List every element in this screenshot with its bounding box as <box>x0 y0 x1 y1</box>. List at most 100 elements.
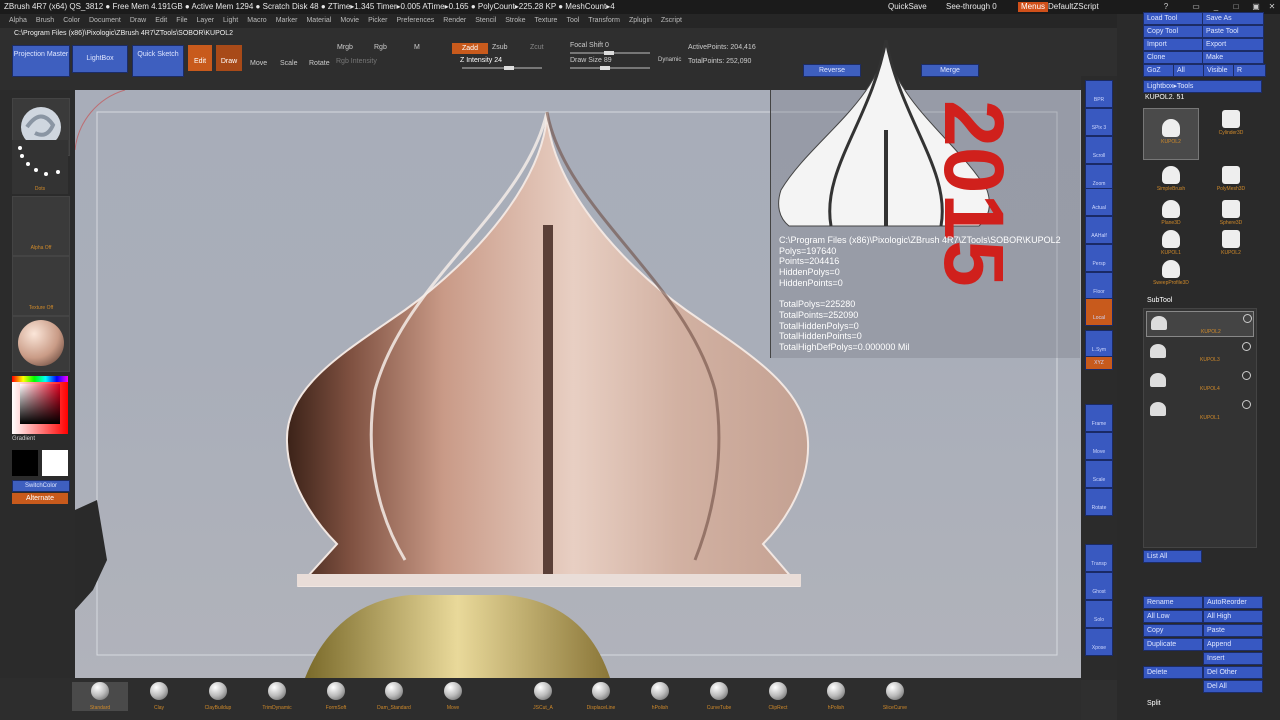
tray-all-low-button[interactable]: All Low <box>1143 610 1203 623</box>
move-button[interactable]: Move <box>250 60 267 67</box>
tool-thumbnail[interactable]: Sphere3D <box>1203 198 1259 228</box>
menu-item[interactable]: Zplugin <box>629 17 652 24</box>
menu-item[interactable]: Preferences <box>397 17 435 24</box>
alternate-button[interactable]: Alternate <box>12 493 68 504</box>
menus-button[interactable]: Menus <box>1018 2 1049 12</box>
menu-item[interactable]: Texture <box>534 17 557 24</box>
draw-size-track[interactable] <box>570 66 650 70</box>
tray-duplicate-button[interactable]: Duplicate <box>1143 638 1203 651</box>
brush-jscut-a-button[interactable]: JSCut_A <box>515 682 571 711</box>
draw-button[interactable]: Draw <box>216 45 242 71</box>
shelf-rotate-button[interactable]: Rotate <box>1085 488 1113 516</box>
subtool-item[interactable]: KUPOL4 <box>1146 369 1254 395</box>
tray-del-all-button[interactable]: Del All <box>1203 680 1263 693</box>
menu-item[interactable]: Marker <box>276 17 298 24</box>
tool-thumbnail[interactable]: Cylinder3D <box>1203 108 1259 138</box>
shelf-move-button[interactable]: Move <box>1085 432 1113 460</box>
tray-rename-button[interactable]: Rename <box>1143 596 1203 609</box>
shelf-scroll-button[interactable]: Scroll <box>1085 136 1113 164</box>
menu-item[interactable]: Edit <box>155 17 167 24</box>
brush-slicecurve-button[interactable]: SliceCurve <box>867 682 923 711</box>
menu-item[interactable]: Render <box>443 17 466 24</box>
brush-standard-button[interactable]: Standard <box>72 682 128 711</box>
z-intensity-slider[interactable]: Z Intensity 24 <box>460 57 502 64</box>
tool-thumbnail[interactable]: KUPOL2 <box>1143 108 1199 160</box>
see-through-slider[interactable]: See-through 0 <box>946 0 997 14</box>
tray-visible-button[interactable]: Visible <box>1203 64 1236 77</box>
primary-color-swatch[interactable] <box>42 450 68 476</box>
tray-all-button[interactable]: All <box>1173 64 1206 77</box>
draw-size-slider[interactable]: Draw Size 89 <box>570 57 612 64</box>
subtool-item[interactable]: KUPOL1 <box>1146 398 1254 424</box>
tool-thumbnail[interactable]: Plane3D <box>1143 198 1199 228</box>
tray-r-button[interactable]: R <box>1233 64 1266 77</box>
color-picker[interactable] <box>12 376 68 434</box>
hue-strip[interactable] <box>12 376 68 382</box>
rotate-button[interactable]: Rotate <box>309 60 330 67</box>
shelf-persp-button[interactable]: Persp <box>1085 244 1113 272</box>
split-section-title[interactable]: Split <box>1147 700 1161 707</box>
menu-item[interactable]: Stroke <box>505 17 525 24</box>
tray-autoreorder-button[interactable]: AutoReorder <box>1203 596 1263 609</box>
quick-sketch-button[interactable]: Quick Sketch <box>132 45 184 77</box>
brush-move-button[interactable]: Move <box>425 682 481 711</box>
tool-thumbnail[interactable]: PolyMesh3D <box>1203 164 1259 194</box>
tray-append-button[interactable]: Append <box>1203 638 1263 651</box>
scale-button[interactable]: Scale <box>280 60 298 67</box>
rgb-intensity-slider[interactable]: Rgb Intensity <box>336 58 377 65</box>
tray-make-polymesh3d-button[interactable]: Make PolyMesh3D <box>1202 51 1264 72</box>
stroke-slot[interactable]: Dots <box>12 140 68 194</box>
quicksave-button[interactable]: QuickSave <box>888 0 927 14</box>
switch-color-button[interactable]: SwitchColor <box>12 480 70 492</box>
menu-item[interactable]: Zscript <box>661 17 682 24</box>
tray-import-button[interactable]: Import <box>1143 38 1205 51</box>
tool-thumbnail[interactable]: KUPOL1 <box>1143 228 1199 258</box>
brush-curvetube-button[interactable]: CurveTube <box>691 682 747 711</box>
shelf-spix-3-button[interactable]: SPix 3 <box>1085 108 1113 136</box>
secondary-color-swatch[interactable] <box>12 450 38 476</box>
tray-copy-button[interactable]: Copy <box>1143 624 1203 637</box>
tray-load-tool-button[interactable]: Load Tool <box>1143 12 1205 25</box>
menu-item[interactable]: Macro <box>247 17 266 24</box>
menu-item[interactable]: Picker <box>368 17 387 24</box>
layout-icon[interactable]: ▭ <box>1190 1 1202 12</box>
focal-shift-slider[interactable]: Focal Shift 0 <box>570 42 609 49</box>
tool-thumbnail[interactable]: SimpleBrush <box>1143 164 1199 194</box>
shelf-transp-button[interactable]: Transp <box>1085 544 1113 572</box>
shelf-actual-button[interactable]: Actual <box>1085 188 1113 216</box>
zcut-button[interactable]: Zcut <box>530 44 544 51</box>
brush-clay-button[interactable]: Clay <box>131 682 187 711</box>
brush-displaceline-button[interactable]: DisplaceLine <box>573 682 629 711</box>
brush-hpolish-button[interactable]: hPolish <box>632 682 688 711</box>
shelf-xpose-button[interactable]: Xpose <box>1085 628 1113 656</box>
menu-item[interactable]: Brush <box>36 17 54 24</box>
edit-button[interactable]: Edit <box>188 45 212 71</box>
menu-item[interactable]: Tool <box>566 17 579 24</box>
shelf-frame-button[interactable]: Frame <box>1085 404 1113 432</box>
tray-paste-tool-button[interactable]: Paste Tool <box>1202 25 1264 38</box>
rgb-button[interactable]: Rgb <box>374 44 387 51</box>
tray-export-button[interactable]: Export <box>1202 38 1264 51</box>
eye-icon[interactable] <box>1242 400 1251 409</box>
menu-item[interactable]: Color <box>63 17 80 24</box>
material-slot[interactable] <box>12 316 70 372</box>
tray-clone-button[interactable]: Clone <box>1143 51 1205 64</box>
tray-all-high-button[interactable]: All High <box>1203 610 1263 623</box>
lightbox-button[interactable]: LightBox <box>72 45 128 73</box>
lightbox-tools-button[interactable]: Lightbox▸Tools <box>1143 80 1262 93</box>
list-all-button[interactable]: List All <box>1143 550 1202 563</box>
subtool-item[interactable]: KUPOL2 <box>1146 311 1254 337</box>
menu-item[interactable]: Alpha <box>9 17 27 24</box>
texture-slot[interactable]: Texture Off <box>12 256 70 316</box>
tray-del-other-button[interactable]: Del Other <box>1203 666 1263 679</box>
restore-icon[interactable]: ▣ <box>1250 1 1262 12</box>
close-icon[interactable]: ✕ <box>1266 1 1278 12</box>
brush-formsoft-button[interactable]: FormSoft <box>308 682 364 711</box>
brush-cliprect-button[interactable]: ClipRect <box>750 682 806 711</box>
eye-icon[interactable] <box>1242 342 1251 351</box>
shelf-solo-button[interactable]: Solo <box>1085 600 1113 628</box>
color-square[interactable] <box>20 384 60 424</box>
shelf-aahalf-button[interactable]: AAHalf <box>1085 216 1113 244</box>
tool-thumbnail[interactable]: KUPOL2 <box>1203 228 1259 258</box>
menu-item[interactable]: Movie <box>340 17 359 24</box>
